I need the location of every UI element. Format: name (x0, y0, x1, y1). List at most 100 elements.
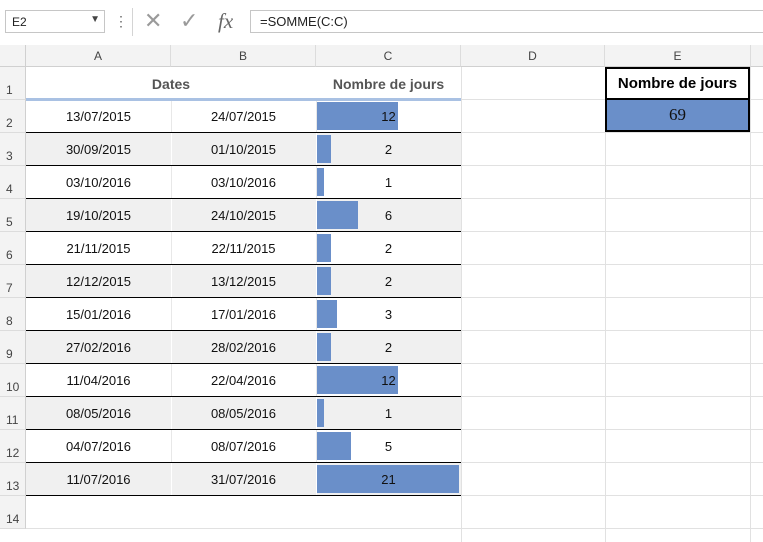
row-header-4[interactable]: 4 (0, 166, 26, 199)
grid-line (461, 297, 763, 298)
end-date-cell[interactable]: 01/10/2015 (171, 142, 316, 157)
row-number: 6 (6, 248, 13, 262)
start-date-cell[interactable]: 15/01/2016 (26, 307, 171, 322)
days-cell[interactable]: 1 (316, 175, 461, 190)
row-header-5[interactable]: 5 (0, 199, 26, 232)
row-number: 8 (6, 314, 13, 328)
row-number: 12 (6, 446, 20, 460)
days-header[interactable]: Nombre de jours (316, 76, 461, 92)
row-border (26, 495, 461, 496)
grid-line (605, 67, 606, 542)
row-header-9[interactable]: 9 (0, 331, 26, 364)
row-number: 2 (6, 116, 13, 130)
start-date-cell[interactable]: 27/02/2016 (26, 340, 171, 355)
days-cell[interactable]: 12 (316, 373, 461, 388)
grid-line (26, 528, 461, 529)
formula-input[interactable]: =SOMME(C:C) (250, 10, 763, 33)
close-icon[interactable]: ✕ (144, 9, 162, 33)
start-date-cell[interactable]: 11/07/2016 (26, 472, 171, 487)
row-header-10[interactable]: 10 (0, 364, 26, 397)
start-date-cell[interactable]: 12/12/2015 (26, 274, 171, 289)
column-header-a[interactable]: A (26, 45, 171, 67)
days-cell[interactable]: 21 (316, 472, 461, 487)
row-header-12[interactable]: 12 (0, 430, 26, 463)
row-header-11[interactable]: 11 (0, 397, 26, 430)
name-box[interactable]: E2 ▼ (5, 10, 105, 33)
divider (132, 8, 133, 36)
end-date-cell[interactable]: 17/01/2016 (171, 307, 316, 322)
row-header-13[interactable]: 13 (0, 463, 26, 496)
grid-line (750, 67, 751, 542)
end-date-cell[interactable]: 08/05/2016 (171, 406, 316, 421)
days-cell[interactable]: 2 (316, 241, 461, 256)
column-header-e[interactable]: E (605, 45, 751, 67)
row-header-3[interactable]: 3 (0, 133, 26, 166)
column-header-c[interactable]: C (316, 45, 461, 67)
start-date-cell[interactable]: 13/07/2015 (26, 109, 171, 124)
days-cell[interactable]: 1 (316, 406, 461, 421)
grid-line (461, 495, 763, 496)
days-cell[interactable]: 6 (316, 208, 461, 223)
start-date-cell[interactable]: 08/05/2016 (26, 406, 171, 421)
grid-line (461, 363, 763, 364)
column-header-d[interactable]: D (461, 45, 605, 67)
column-header-b[interactable]: B (171, 45, 316, 67)
check-icon[interactable]: ✓ (180, 9, 198, 33)
row-header-6[interactable]: 6 (0, 232, 26, 265)
row-number: 1 (6, 83, 13, 97)
end-date-cell[interactable]: 08/07/2016 (171, 439, 316, 454)
row-number: 7 (6, 281, 13, 295)
name-box-value: E2 (12, 15, 27, 29)
chevron-down-icon[interactable]: ▼ (90, 14, 100, 25)
column-header-f[interactable] (751, 45, 763, 67)
row-number: 9 (6, 347, 13, 361)
start-date-cell[interactable]: 19/10/2015 (26, 208, 171, 223)
end-date-cell[interactable]: 03/10/2016 (171, 175, 316, 190)
row-header-8[interactable]: 8 (0, 298, 26, 331)
end-date-cell[interactable]: 24/07/2015 (171, 109, 316, 124)
grid-line (461, 198, 763, 199)
row-number: 14 (6, 512, 20, 526)
days-cell[interactable]: 3 (316, 307, 461, 322)
grid-line (461, 67, 462, 542)
days-cell[interactable]: 12 (316, 109, 461, 124)
start-date-cell[interactable]: 11/04/2016 (26, 373, 171, 388)
row-number: 5 (6, 215, 13, 229)
start-date-cell[interactable]: 30/09/2015 (26, 142, 171, 157)
days-cell[interactable]: 5 (316, 439, 461, 454)
grid-line (461, 132, 763, 133)
row-header-14[interactable]: 14 (0, 496, 26, 529)
days-cell[interactable]: 2 (316, 142, 461, 157)
more-vertical-icon[interactable]: ⋮ (114, 13, 128, 30)
row-header-7[interactable]: 7 (0, 265, 26, 298)
formula-bar-area: E2 ▼ ⋮ ✕ ✓ fx =SOMME(C:C) (0, 0, 763, 45)
row-number: 11 (6, 413, 19, 427)
fx-icon[interactable]: fx (218, 9, 233, 33)
end-date-cell[interactable]: 22/04/2016 (171, 373, 316, 388)
row-header-2[interactable]: 2 (0, 100, 26, 133)
end-date-cell[interactable]: 24/10/2015 (171, 208, 316, 223)
row-number: 10 (6, 380, 20, 394)
start-date-cell[interactable]: 03/10/2016 (26, 175, 171, 190)
dates-header[interactable]: Dates (26, 76, 316, 92)
grid-line (461, 264, 763, 265)
grid-line (461, 462, 763, 463)
header-underline (26, 98, 461, 101)
end-date-cell[interactable]: 22/11/2015 (171, 241, 316, 256)
formula-text: =SOMME(C:C) (260, 14, 348, 29)
end-date-cell[interactable]: 28/02/2016 (171, 340, 316, 355)
row-number: 4 (6, 182, 13, 196)
end-date-cell[interactable]: 31/07/2016 (171, 472, 316, 487)
start-date-cell[interactable]: 04/07/2016 (26, 439, 171, 454)
row-header-1[interactable]: 1 (0, 67, 26, 100)
grid-line (461, 396, 763, 397)
start-date-cell[interactable]: 21/11/2015 (26, 241, 171, 256)
summary-value-cell[interactable]: 69 (605, 100, 750, 132)
select-all-corner[interactable] (0, 45, 26, 67)
summary-header-cell[interactable]: Nombre de jours (605, 67, 750, 100)
days-cell[interactable]: 2 (316, 274, 461, 289)
end-date-cell[interactable]: 13/12/2015 (171, 274, 316, 289)
grid-line (461, 231, 763, 232)
row-number: 3 (6, 149, 13, 163)
days-cell[interactable]: 2 (316, 340, 461, 355)
